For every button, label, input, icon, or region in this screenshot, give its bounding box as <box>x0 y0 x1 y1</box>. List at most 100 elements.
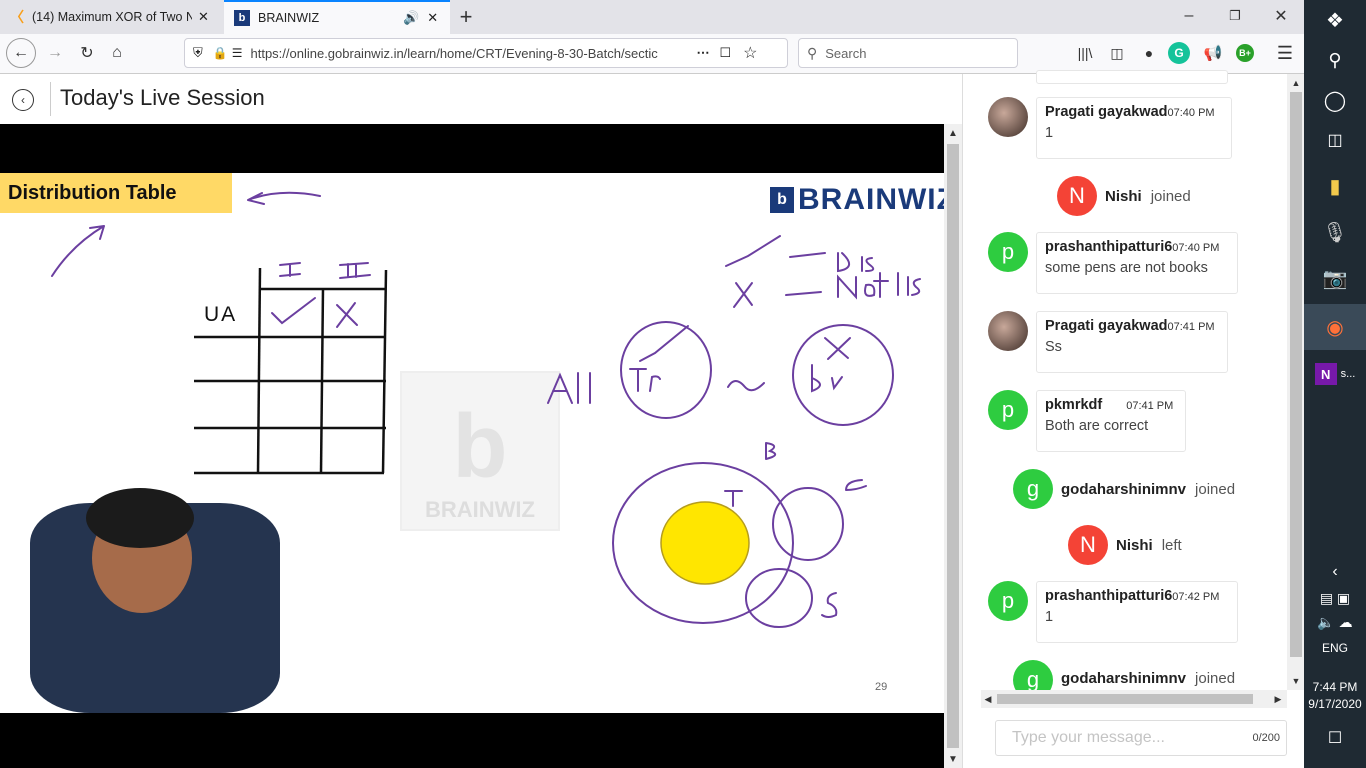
event-action: joined <box>1195 670 1236 687</box>
announcement-icon[interactable]: 📢 <box>1200 40 1226 66</box>
onenote-taskbar-item[interactable]: N s... <box>1304 354 1366 394</box>
library-icon[interactable]: |||\ <box>1072 40 1098 66</box>
notification-icon[interactable]: ☐ <box>1304 718 1366 758</box>
page-title: Today's Live Session <box>60 85 265 110</box>
url-bar[interactable]: ⛨ 🔒 ☰ https://online.gobrainwiz.in/learn… <box>184 38 788 68</box>
event-user: godaharshinimnv <box>1061 480 1187 498</box>
permissions-icon[interactable]: ☰ <box>232 46 243 60</box>
event-user: Nishi <box>1116 536 1153 554</box>
event-action: left <box>1161 536 1182 554</box>
clock-date[interactable]: 9/17/2020 <box>1304 697 1366 711</box>
scroll-right-icon[interactable]: ▶ <box>1271 690 1285 708</box>
tab-leetcode[interactable]: 〈 (14) Maximum XOR of Two Nu ✕ <box>0 0 224 34</box>
back-circle-icon[interactable]: ‹ <box>12 89 34 111</box>
sender-name: prashanthipatturi6 <box>1045 588 1173 604</box>
event-action: joined <box>1195 480 1236 498</box>
recorder-icon[interactable]: 🎙 <box>1304 212 1366 252</box>
message-input-placeholder[interactable]: Type your message... <box>1012 729 1165 747</box>
camera-icon[interactable]: 📷 <box>1304 258 1366 298</box>
grammarly-icon[interactable]: G <box>1168 42 1190 64</box>
chat-event: g godaharshinimnv joined <box>1013 469 1235 509</box>
chat-event: N Nishi joined <box>1057 176 1191 216</box>
close-window-button[interactable]: ✕ <box>1264 4 1298 28</box>
sender-name: pkmrkdf <box>1045 397 1103 413</box>
message-input-box[interactable]: Type your message... 0/200 <box>995 720 1287 756</box>
chat-horizontal-scrollbar[interactable]: ◀ ▶ <box>981 690 1287 708</box>
close-tab-icon[interactable]: ✕ <box>198 9 209 25</box>
event-user: Nishi <box>1105 187 1142 205</box>
restore-button[interactable]: ❐ <box>1218 4 1252 28</box>
chat-message: prashanthipatturi607:42 PM 1 <box>1036 581 1238 643</box>
forward-button[interactable]: → <box>40 38 70 68</box>
page-header: ‹ Today's Live Session <box>0 74 962 124</box>
sender-name: prashanthipatturi6 <box>1045 239 1173 255</box>
tab-brainwiz[interactable]: b BRAINWIZ 🔊 ✕ <box>224 0 450 34</box>
chat-vertical-scrollbar[interactable]: ▲ ▼ <box>1287 74 1305 690</box>
minimize-button[interactable]: – <box>1172 4 1206 28</box>
scroll-thumb[interactable] <box>947 144 959 748</box>
search-bar[interactable]: ⚲ Search <box>798 38 1018 68</box>
scroll-down-icon[interactable]: ▼ <box>1287 674 1305 688</box>
avatar: N <box>1068 525 1108 565</box>
scroll-up-icon[interactable]: ▲ <box>944 124 962 142</box>
back-button[interactable]: ← <box>6 38 36 68</box>
chat-event: N Nishi left <box>1068 525 1182 565</box>
pocket-icon[interactable]: ☐ <box>719 45 731 61</box>
cortana-icon[interactable]: ◯ <box>1304 80 1366 120</box>
scroll-thumb[interactable] <box>997 694 1253 704</box>
search-icon[interactable]: ⚲ <box>1304 40 1366 80</box>
message-time: 07:42 PM <box>1172 591 1220 603</box>
avatar <box>988 311 1028 351</box>
search-icon: ⚲ <box>807 44 818 61</box>
file-explorer-icon[interactable]: ▮ <box>1304 166 1366 206</box>
lock-icon[interactable]: 🔒 <box>213 46 228 60</box>
message-text: some pens are not books <box>1045 260 1208 276</box>
message-time: 07:40 PM <box>1167 107 1215 119</box>
event-user: godaharshinimnv <box>1061 670 1187 687</box>
avatar: g <box>1013 469 1053 509</box>
task-view-icon[interactable]: ◫ <box>1304 120 1366 160</box>
chat-bubble-partial <box>1036 70 1228 84</box>
firefox-icon[interactable]: ◉ <box>1304 304 1366 350</box>
scroll-up-icon[interactable]: ▲ <box>1287 76 1305 90</box>
scroll-thumb[interactable] <box>1290 92 1302 657</box>
bookmark-star-icon[interactable]: ☆ <box>743 43 757 63</box>
extension-icon[interactable]: B+ <box>1236 44 1254 62</box>
scroll-down-icon[interactable]: ▼ <box>944 750 962 768</box>
shield-icon[interactable]: ⛨ <box>193 45 203 61</box>
speaker-icon[interactable]: 🔊 <box>403 10 419 26</box>
windows-start-icon[interactable]: ❖ <box>1304 0 1366 40</box>
sidebar-icon[interactable]: ◫ <box>1104 40 1130 66</box>
menu-icon[interactable]: ☰ <box>1272 40 1298 66</box>
onenote-label: s... <box>1340 368 1356 380</box>
slide-frame: Distribution Table b BRAINWIZ b BRAINWIZ… <box>0 173 944 713</box>
volume-icon[interactable]: 🔈 ☁ <box>1304 602 1366 642</box>
message-text: Ss <box>1045 339 1062 355</box>
message-time: 07:41 PM <box>1167 321 1215 333</box>
url-text[interactable]: https://online.gobrainwiz.in/learn/home/… <box>250 46 690 61</box>
avatar: p <box>988 581 1028 621</box>
avatar: p <box>988 390 1028 430</box>
brainwiz-favicon-icon: b <box>234 10 250 26</box>
chat-panel: Pragati gayakwad07:40 PM 1 N Nishi joine… <box>962 70 1305 768</box>
scroll-left-icon[interactable]: ◀ <box>981 690 995 708</box>
home-button[interactable]: ⌂ <box>102 38 132 68</box>
chat-message: Pragati gayakwad07:41 PM Ss <box>1036 311 1228 373</box>
onenote-icon: N <box>1314 363 1337 385</box>
handwritten-annotations <box>30 191 921 713</box>
chat-message: Pragati gayakwad07:40 PM 1 <box>1036 97 1232 159</box>
sender-name: Pragati gayakwad <box>1045 104 1168 120</box>
page-actions-icon[interactable]: ⋯ <box>696 45 709 61</box>
language-indicator[interactable]: ENG <box>1304 641 1366 655</box>
new-tab-button[interactable]: + <box>452 4 480 30</box>
clock-time[interactable]: 7:44 PM <box>1304 680 1366 694</box>
account-icon[interactable]: ● <box>1136 40 1162 66</box>
chat-event: g godaharshinimnv joined <box>1013 660 1235 690</box>
reload-button[interactable]: ↻ <box>72 38 102 68</box>
tab-title: BRAINWIZ <box>258 11 320 25</box>
chat-message: prashanthipatturi607:40 PM some pens are… <box>1036 232 1238 294</box>
message-text: 1 <box>1045 125 1054 141</box>
video-scrollbar[interactable]: ▲ ▼ <box>944 124 962 768</box>
event-action: joined <box>1150 187 1191 205</box>
close-tab-icon[interactable]: ✕ <box>427 10 438 26</box>
